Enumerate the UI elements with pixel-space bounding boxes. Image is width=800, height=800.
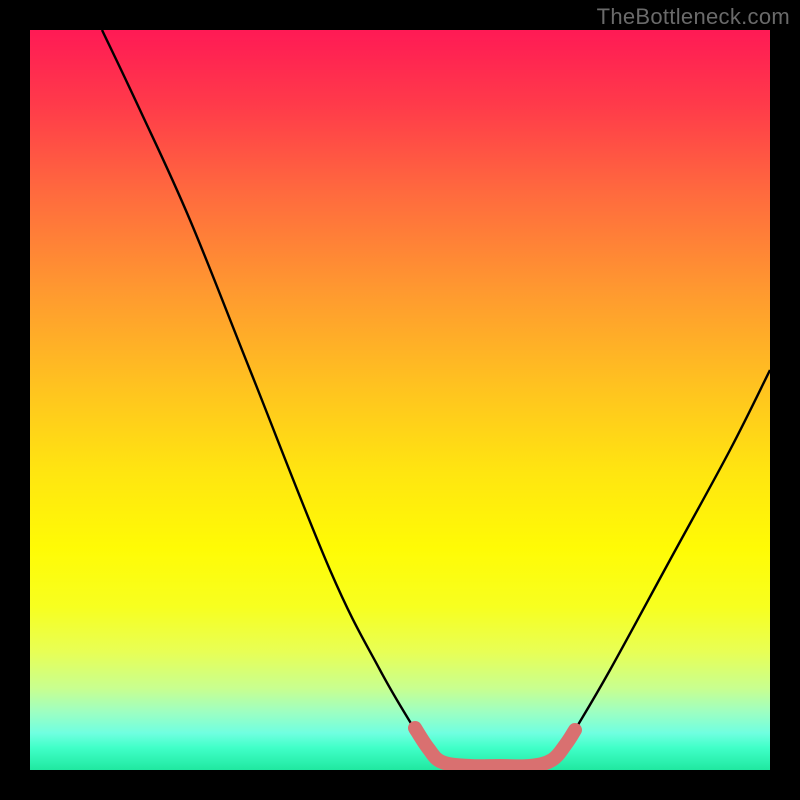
curve-left [102,30,415,730]
curve-right [575,370,770,730]
plot-area [30,30,770,770]
chart-frame: TheBottleneck.com [0,0,800,800]
watermark-text: TheBottleneck.com [597,4,790,30]
curve-layer [30,30,770,770]
valley-marker [415,728,575,766]
